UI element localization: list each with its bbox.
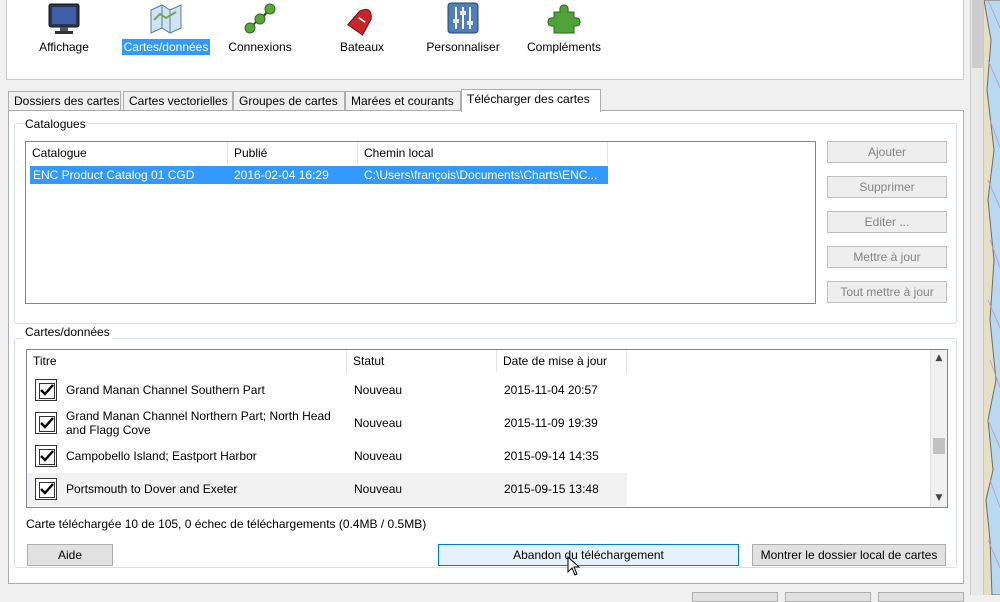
- cell-title: Grand Manan Channel Northern Part; North…: [66, 409, 331, 437]
- cell-status: Nouveau: [354, 383, 403, 397]
- row-checkbox[interactable]: [35, 478, 57, 500]
- catalogues-list[interactable]: Catalogue Publié Chemin local ENC Produc…: [25, 141, 816, 304]
- dialog-button-partial[interactable]: [878, 592, 964, 602]
- column-header-title[interactable]: Titre: [27, 350, 347, 372]
- charts-legend: Cartes/données: [23, 325, 112, 339]
- update-catalogue-button[interactable]: Mettre à jour: [827, 246, 947, 268]
- update-all-button[interactable]: Tout mettre à jour: [827, 281, 947, 303]
- toolbar-item-label: Affichage: [39, 40, 89, 54]
- table-row[interactable]: Portsmouth to Dover and Exeter Nouveau 2…: [27, 473, 627, 506]
- sliders-icon: [447, 2, 479, 34]
- cell-local-path: C:\Users\françois\Documents\Charts\ENC..…: [364, 168, 598, 182]
- cell-title: Portsmouth to Dover and Exeter: [66, 482, 238, 496]
- toolbar-item-plugins[interactable]: Compléments: [514, 0, 614, 64]
- scroll-down-icon[interactable]: ▼: [931, 490, 947, 507]
- add-catalogue-button[interactable]: Ajouter: [827, 141, 947, 163]
- cell-date: 2015-11-09 19:39: [504, 416, 598, 430]
- options-toolbar: Affichage Cartes/données Connexions Bate…: [6, 0, 964, 80]
- tab-chart-folders[interactable]: Dossiers des cartes: [8, 91, 121, 111]
- row-checkbox[interactable]: [35, 379, 57, 401]
- cell-date: 2015-09-15 13:48: [504, 482, 599, 496]
- toolbar-item-boats[interactable]: Bateaux: [312, 0, 412, 64]
- connections-icon: [244, 3, 276, 34]
- checkmark-icon: [40, 483, 54, 495]
- tab-chart-groups[interactable]: Groupes de cartes: [233, 91, 345, 111]
- window-scrollbar-thumb[interactable]: [972, 0, 983, 68]
- monitor-icon: [48, 3, 80, 34]
- scroll-up-icon[interactable]: ▲: [931, 350, 947, 367]
- tab-label: Marées et courants: [351, 94, 454, 108]
- toolbar-item-charts[interactable]: Cartes/données: [116, 0, 216, 64]
- checkmark-icon: [40, 450, 54, 462]
- checkmark-icon: [40, 384, 54, 396]
- tab-label: Cartes vectorielles: [129, 94, 228, 108]
- cell-status: Nouveau: [354, 449, 403, 463]
- help-button[interactable]: Aide: [27, 544, 113, 566]
- cell-date: 2015-11-04 20:57: [504, 383, 598, 397]
- checkmark-icon: [40, 417, 54, 429]
- toolbar-item-connections[interactable]: Connexions: [210, 0, 310, 64]
- tab-download-charts[interactable]: Télécharger des cartes: [461, 89, 601, 112]
- tab-label: Télécharger des cartes: [467, 92, 590, 106]
- table-row[interactable]: Grand Manan Channel Southern Part Nouvea…: [27, 374, 627, 407]
- cell-published: 2016-02-04 16:29: [234, 168, 329, 182]
- options-dialog: Affichage Cartes/données Connexions Bate…: [0, 0, 970, 602]
- charts-list[interactable]: Titre Statut Date de mise à jour Grand M…: [26, 349, 948, 508]
- column-header-published[interactable]: Publié: [228, 142, 358, 164]
- toolbar-item-label: Personnaliser: [426, 40, 500, 54]
- toolbar-item-display[interactable]: Affichage: [14, 0, 114, 64]
- tab-vector-charts[interactable]: Cartes vectorielles: [123, 91, 233, 111]
- puzzle-icon: [547, 4, 581, 34]
- cell-status: Nouveau: [354, 482, 403, 496]
- abort-download-button[interactable]: Abandon du téléchargement: [438, 544, 739, 566]
- table-row[interactable]: ENC Product Catalog 01 CGD 2016-02-04 16…: [30, 166, 608, 184]
- table-row[interactable]: Grand Manan Channel Northern Part; North…: [27, 407, 627, 440]
- scrollbar-thumb[interactable]: [933, 438, 945, 454]
- column-header-date[interactable]: Date de mise à jour: [497, 350, 627, 372]
- tab-tides-currents[interactable]: Marées et courants: [345, 91, 461, 111]
- cell-catalogue: ENC Product Catalog 01 CGD: [33, 168, 195, 182]
- cell-title: Grand Manan Channel Southern Part: [66, 383, 265, 397]
- row-checkbox[interactable]: [35, 445, 57, 467]
- toolbar-item-label: Cartes/données: [121, 39, 211, 55]
- dialog-button-partial[interactable]: [692, 592, 778, 602]
- toolbar-item-customize[interactable]: Personnaliser: [413, 0, 513, 64]
- table-row[interactable]: Campobello Island; Eastport Harbor Nouve…: [27, 440, 627, 473]
- charts-icon: [150, 4, 182, 34]
- download-charts-page: Catalogues Catalogue Publié Chemin local…: [8, 110, 964, 584]
- mouse-cursor-icon: [567, 556, 581, 576]
- toolbar-item-label: Bateaux: [339, 40, 385, 54]
- cell-title: Campobello Island; Eastport Harbor: [66, 449, 257, 463]
- toolbar-item-label: Compléments: [526, 40, 602, 54]
- tab-label: Dossiers des cartes: [14, 94, 120, 108]
- column-header-status[interactable]: Statut: [347, 350, 497, 372]
- column-header-local-path[interactable]: Chemin local: [358, 142, 608, 164]
- dialog-button-partial[interactable]: [785, 592, 871, 602]
- row-checkbox[interactable]: [35, 412, 57, 434]
- cell-date: 2015-09-14 14:35: [504, 449, 599, 463]
- boat-icon: [347, 8, 372, 36]
- charts-list-scrollbar[interactable]: ▲ ▼: [930, 350, 947, 507]
- show-local-folder-button[interactable]: Montrer le dossier local de cartes: [752, 544, 946, 566]
- column-header-catalogue[interactable]: Catalogue: [26, 142, 228, 164]
- edit-catalogue-button[interactable]: Editer ...: [827, 211, 947, 233]
- catalogues-legend: Catalogues: [23, 117, 88, 131]
- download-status-text: Carte téléchargée 10 de 105, 0 échec de …: [26, 517, 427, 531]
- remove-catalogue-button[interactable]: Supprimer: [827, 176, 947, 198]
- tab-label: Groupes de cartes: [239, 94, 338, 108]
- toolbar-item-label: Connexions: [228, 40, 292, 54]
- cell-status: Nouveau: [354, 416, 403, 430]
- window-scrollbar[interactable]: [970, 0, 984, 595]
